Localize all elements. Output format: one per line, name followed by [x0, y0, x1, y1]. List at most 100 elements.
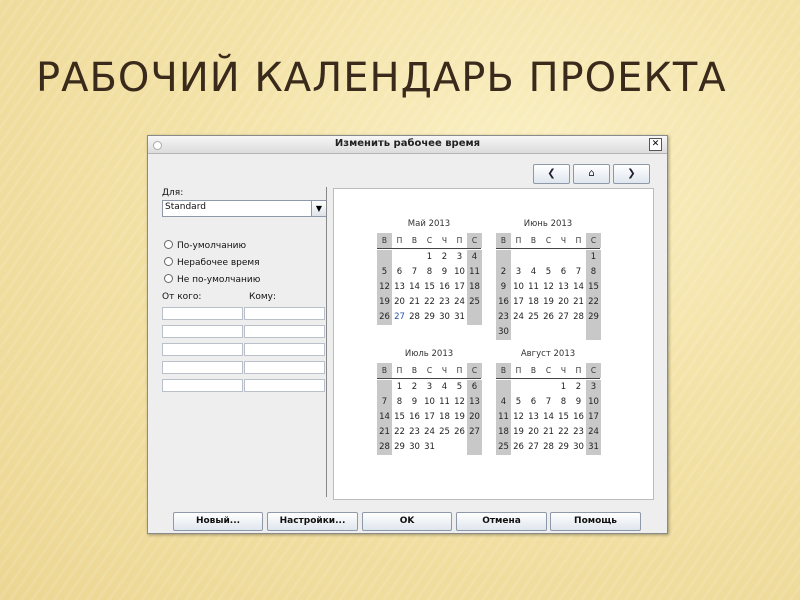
- radio-icon[interactable]: [164, 240, 173, 249]
- day-cell[interactable]: 16: [437, 280, 452, 295]
- day-cell[interactable]: 5: [377, 265, 392, 280]
- new-button[interactable]: Новый...: [173, 512, 263, 531]
- day-cell[interactable]: 3: [422, 380, 437, 395]
- day-cell[interactable]: 19: [377, 295, 392, 310]
- day-cell[interactable]: 6: [467, 380, 482, 395]
- day-cell[interactable]: 2: [571, 380, 586, 395]
- day-cell[interactable]: 10: [452, 265, 467, 280]
- day-cell[interactable]: 21: [541, 425, 556, 440]
- day-cell[interactable]: 5: [452, 380, 467, 395]
- day-cell[interactable]: 13: [392, 280, 407, 295]
- radio-default[interactable]: По-умолчанию: [164, 240, 246, 251]
- day-cell[interactable]: 29: [586, 310, 601, 325]
- help-button[interactable]: Помощь: [550, 512, 641, 531]
- day-cell[interactable]: 17: [422, 410, 437, 425]
- day-cell[interactable]: 18: [467, 280, 482, 295]
- close-icon[interactable]: ✕: [649, 138, 662, 151]
- day-cell[interactable]: 24: [452, 295, 467, 310]
- day-cell[interactable]: 13: [467, 395, 482, 410]
- day-cell[interactable]: 8: [586, 265, 601, 280]
- day-cell[interactable]: 17: [511, 295, 526, 310]
- day-cell[interactable]: 12: [377, 280, 392, 295]
- day-cell[interactable]: 9: [407, 395, 422, 410]
- day-cell[interactable]: 17: [452, 280, 467, 295]
- day-cell[interactable]: 10: [422, 395, 437, 410]
- day-cell[interactable]: 16: [407, 410, 422, 425]
- day-cell[interactable]: 22: [586, 295, 601, 310]
- day-cell[interactable]: 7: [571, 265, 586, 280]
- day-cell[interactable]: 1: [422, 250, 437, 265]
- day-cell[interactable]: 21: [571, 295, 586, 310]
- day-cell[interactable]: 24: [511, 310, 526, 325]
- day-cell[interactable]: 1: [556, 380, 571, 395]
- day-cell[interactable]: 31: [586, 440, 601, 455]
- day-cell[interactable]: 9: [437, 265, 452, 280]
- day-cell[interactable]: 28: [541, 440, 556, 455]
- home-icon[interactable]: ⌂: [573, 164, 610, 184]
- to-field-4[interactable]: [244, 361, 325, 374]
- day-cell[interactable]: 25: [496, 440, 511, 455]
- day-cell[interactable]: 6: [556, 265, 571, 280]
- day-cell[interactable]: 24: [586, 425, 601, 440]
- day-cell[interactable]: 25: [437, 425, 452, 440]
- to-field-3[interactable]: [244, 343, 325, 356]
- day-cell[interactable]: 21: [377, 425, 392, 440]
- day-cell[interactable]: 21: [407, 295, 422, 310]
- to-field-2[interactable]: [244, 325, 325, 338]
- day-cell[interactable]: 27: [556, 310, 571, 325]
- day-cell[interactable]: 9: [496, 280, 511, 295]
- day-cell[interactable]: 26: [377, 310, 392, 325]
- day-cell[interactable]: 19: [541, 295, 556, 310]
- day-cell[interactable]: 23: [437, 295, 452, 310]
- day-cell[interactable]: 10: [586, 395, 601, 410]
- day-cell[interactable]: 3: [511, 265, 526, 280]
- calendar-select[interactable]: Standard ▼: [162, 200, 327, 217]
- from-field-4[interactable]: [162, 361, 243, 374]
- day-cell[interactable]: 31: [452, 310, 467, 325]
- day-cell[interactable]: 27: [526, 440, 541, 455]
- day-cell[interactable]: 15: [586, 280, 601, 295]
- day-cell[interactable]: 23: [407, 425, 422, 440]
- day-cell[interactable]: 2: [496, 265, 511, 280]
- day-cell[interactable]: 11: [496, 410, 511, 425]
- day-cell[interactable]: 1: [586, 250, 601, 265]
- day-cell[interactable]: 16: [496, 295, 511, 310]
- radio-icon[interactable]: [164, 274, 173, 283]
- ok-button[interactable]: OK: [362, 512, 452, 531]
- from-field-5[interactable]: [162, 379, 243, 392]
- day-cell[interactable]: 20: [526, 425, 541, 440]
- day-cell[interactable]: 4: [496, 395, 511, 410]
- day-cell[interactable]: 22: [422, 295, 437, 310]
- day-cell[interactable]: 22: [392, 425, 407, 440]
- day-cell[interactable]: 29: [422, 310, 437, 325]
- day-cell[interactable]: 30: [496, 325, 511, 340]
- day-cell[interactable]: 30: [437, 310, 452, 325]
- day-cell[interactable]: 26: [452, 425, 467, 440]
- day-cell[interactable]: 8: [556, 395, 571, 410]
- day-cell[interactable]: 4: [437, 380, 452, 395]
- day-cell[interactable]: 1: [392, 380, 407, 395]
- day-cell[interactable]: 20: [467, 410, 482, 425]
- radio-nondefault[interactable]: Не по-умолчанию: [164, 274, 260, 285]
- day-cell[interactable]: 29: [556, 440, 571, 455]
- settings-button[interactable]: Настройки...: [267, 512, 358, 531]
- to-field-5[interactable]: [244, 379, 325, 392]
- day-cell[interactable]: 31: [422, 440, 437, 455]
- day-cell[interactable]: 3: [586, 380, 601, 395]
- day-cell[interactable]: 13: [556, 280, 571, 295]
- day-cell[interactable]: 2: [437, 250, 452, 265]
- radio-icon[interactable]: [164, 257, 173, 266]
- to-field-1[interactable]: [244, 307, 325, 320]
- day-cell[interactable]: 22: [556, 425, 571, 440]
- day-cell[interactable]: 13: [526, 410, 541, 425]
- day-cell[interactable]: 7: [377, 395, 392, 410]
- day-cell[interactable]: 5: [511, 395, 526, 410]
- day-cell[interactable]: 19: [452, 410, 467, 425]
- day-cell[interactable]: 29: [392, 440, 407, 455]
- from-field-1[interactable]: [162, 307, 243, 320]
- day-cell[interactable]: 27: [392, 310, 407, 325]
- day-cell[interactable]: 25: [467, 295, 482, 310]
- day-cell[interactable]: 14: [407, 280, 422, 295]
- day-cell[interactable]: 23: [496, 310, 511, 325]
- day-cell[interactable]: 12: [452, 395, 467, 410]
